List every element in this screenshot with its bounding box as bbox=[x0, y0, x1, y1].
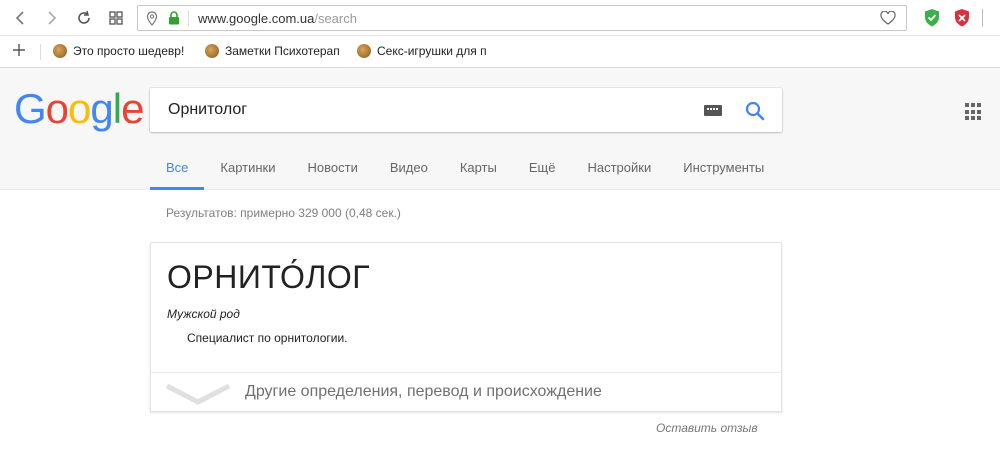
search-box: Орнитолог bbox=[150, 88, 782, 132]
logo-letter: e bbox=[121, 85, 144, 132]
tab-item[interactable]: Ещё bbox=[513, 150, 572, 190]
keyboard-icon[interactable] bbox=[704, 105, 722, 116]
dictionary-word: ОРНИТО́ЛОГ bbox=[167, 259, 371, 295]
chevron-right-icon bbox=[48, 11, 57, 25]
plus-icon bbox=[13, 44, 25, 56]
bookmark-item[interactable]: Это просто шедевр! bbox=[53, 44, 184, 58]
cookie-icon bbox=[357, 44, 371, 58]
reload-icon bbox=[78, 10, 90, 24]
dictionary-card: ОРНИТО́ЛОГ Мужской род Специалист по орн… bbox=[150, 242, 782, 412]
lock-icon bbox=[169, 11, 179, 25]
search-icon[interactable] bbox=[744, 100, 766, 122]
tab-item[interactable]: Настройки bbox=[571, 150, 667, 190]
heart-icon[interactable] bbox=[880, 11, 896, 25]
logo-letter: l bbox=[112, 85, 122, 132]
url-host: www.google.com.ua bbox=[198, 11, 315, 26]
adguard-shield-icon[interactable] bbox=[922, 8, 942, 28]
logo-letter: o bbox=[68, 85, 91, 132]
result-stats: Результатов: примерно 329 000 (0,48 сек.… bbox=[166, 206, 401, 220]
bookmark-label: Секс-игрушки для п bbox=[377, 44, 487, 58]
grid-icon bbox=[109, 11, 123, 25]
google-logo[interactable]: Google bbox=[14, 85, 144, 132]
chevron-down-icon bbox=[165, 383, 231, 405]
back-button[interactable] bbox=[10, 8, 30, 28]
forward-button[interactable] bbox=[42, 8, 62, 28]
apps-grid-icon[interactable] bbox=[965, 103, 983, 121]
bookmarks-separator bbox=[40, 44, 41, 60]
more-definitions-label: Другие определения, перевод и происхожде… bbox=[245, 383, 602, 400]
location-pin-icon bbox=[146, 11, 158, 26]
reload-button[interactable] bbox=[74, 8, 94, 28]
chevron-left-icon bbox=[15, 11, 24, 25]
bookmark-label: Это просто шедевр! bbox=[73, 44, 185, 58]
add-bookmark-button[interactable] bbox=[11, 42, 27, 63]
separator bbox=[188, 10, 189, 26]
url-text[interactable]: www.google.com.ua/search bbox=[198, 11, 357, 26]
more-definitions-button[interactable]: Другие определения, перевод и происхожде… bbox=[151, 373, 781, 413]
address-bar[interactable]: www.google.com.ua/search bbox=[137, 5, 907, 31]
definition-text: Специалист по орнитологии. bbox=[187, 331, 348, 345]
speed-dial-button[interactable] bbox=[106, 8, 126, 28]
logo-letter: o bbox=[45, 85, 69, 132]
logo-letter: g bbox=[90, 85, 113, 132]
feedback-link[interactable]: Оставить отзыв bbox=[656, 421, 758, 435]
tab-item[interactable]: Новости bbox=[292, 150, 374, 190]
search-input[interactable]: Орнитолог bbox=[168, 101, 247, 119]
search-tabs: Все Картинки Новости Видео Карты Ещё Настройки… bbox=[150, 150, 780, 190]
bookmark-item[interactable]: Заметки Психотерап bbox=[205, 44, 340, 58]
tab-item[interactable]: Инструменты bbox=[667, 150, 780, 190]
bookmarks-bar: Это просто шедевр! Заметки Психотерап Се… bbox=[0, 36, 1000, 68]
logo-letter: G bbox=[14, 85, 47, 132]
url-path: /search bbox=[314, 11, 357, 26]
cookie-icon bbox=[53, 44, 67, 58]
browser-toolbar: www.google.com.ua/search bbox=[0, 0, 1000, 36]
adblock-shield-icon[interactable] bbox=[952, 8, 972, 28]
google-header: Google Орнитолог Все Картинки Новости Видео… bbox=[0, 68, 1000, 190]
bookmark-label: Заметки Психотерап bbox=[225, 44, 340, 58]
tab-item[interactable]: Картинки bbox=[204, 150, 291, 190]
cookie-icon bbox=[205, 44, 219, 58]
tab-item[interactable]: Видео bbox=[374, 150, 444, 190]
part-of-speech: Мужской род bbox=[167, 307, 240, 321]
tab-item[interactable]: Все bbox=[150, 150, 205, 190]
tab-item[interactable]: Карты bbox=[444, 150, 513, 190]
toolbar-edge bbox=[982, 9, 994, 27]
bookmark-item[interactable]: Секс-игрушки для п bbox=[357, 44, 492, 58]
